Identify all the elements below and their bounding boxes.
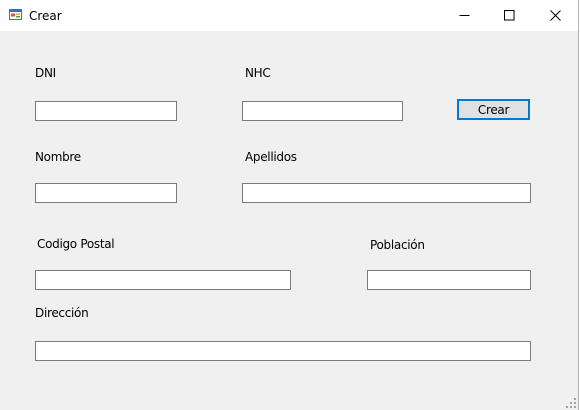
close-icon [549,10,561,21]
form-icon [9,9,22,20]
maximize-button[interactable] [486,0,532,31]
apellidos-field[interactable] [242,183,531,203]
codigo-postal-label: Codigo Postal [37,237,115,251]
maximize-icon [503,10,514,21]
window-title: Crear [29,9,62,23]
direccion-label: Dirección [35,306,89,320]
dni-label: DNI [35,66,56,80]
close-button[interactable] [532,0,578,31]
apellidos-label: Apellidos [245,150,297,164]
crear-window: Crear DNI NHC Crear Nombre Apellidos Cod… [0,0,579,410]
form-area: DNI NHC Crear Nombre Apellidos Codigo Po… [0,31,578,410]
title-bar[interactable]: Crear [0,0,578,31]
direccion-field[interactable] [35,341,531,361]
dni-field[interactable] [35,101,177,121]
nombre-field[interactable] [35,183,177,203]
resize-grip-icon[interactable] [565,397,577,409]
poblacion-field[interactable] [367,270,531,290]
nhc-field[interactable] [242,101,403,121]
minimize-icon [459,15,469,16]
codigo-postal-field[interactable] [35,270,291,290]
nhc-label: NHC [245,66,271,80]
crear-button[interactable]: Crear [457,99,530,120]
nombre-label: Nombre [35,150,81,164]
minimize-button[interactable] [441,0,487,31]
poblacion-label: Población [370,238,425,252]
